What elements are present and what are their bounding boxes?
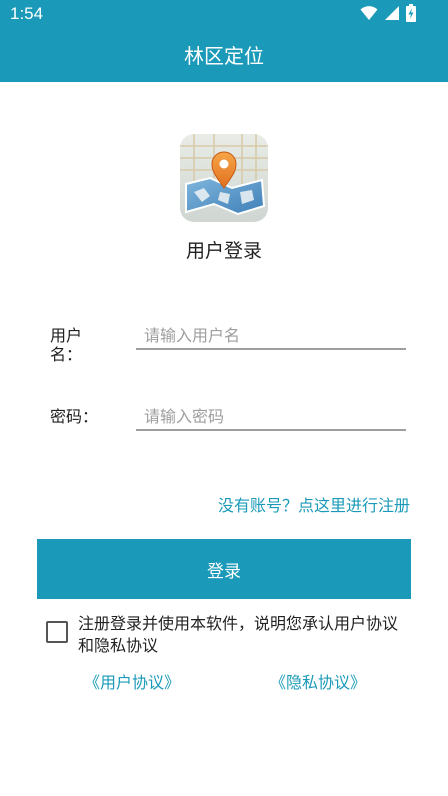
app-title: 林区定位 xyxy=(184,44,264,68)
battery-icon xyxy=(406,4,416,26)
user-agreement-link[interactable]: 《用户协议》 xyxy=(84,669,180,693)
login-button[interactable]: 登录 xyxy=(37,539,411,599)
page-subtitle: 用户登录 xyxy=(185,240,262,262)
status-icons xyxy=(360,4,416,26)
login-screen: 1:54 林区定位 用户登录 用户 名： 请输入用户名 密码： 没有账号？点这里… xyxy=(0,0,448,796)
password-input[interactable] xyxy=(136,403,406,431)
agreement-text: 注册登录并使用本软件，说明您承认用户协议和隐私协议 xyxy=(78,614,399,655)
wifi-icon xyxy=(360,5,378,25)
app-logo xyxy=(180,134,268,222)
privacy-policy-link[interactable]: 《隐私协议》 xyxy=(270,669,366,693)
password-label: 密码： xyxy=(50,407,99,426)
agreement-checkbox[interactable] xyxy=(46,621,68,643)
status-time: 1:54 xyxy=(10,4,44,23)
username-input[interactable] xyxy=(136,322,406,350)
app-header: 1:54 林区定位 xyxy=(0,0,448,82)
register-link[interactable]: 没有账号？点这里进行注册 xyxy=(218,492,410,516)
username-label-line1: 用户 xyxy=(50,326,83,345)
cell-signal-icon xyxy=(384,5,400,25)
username-label: 用户 名： xyxy=(50,326,82,364)
map-pin-icon xyxy=(180,134,268,222)
username-label-line2: 名： xyxy=(50,345,83,364)
